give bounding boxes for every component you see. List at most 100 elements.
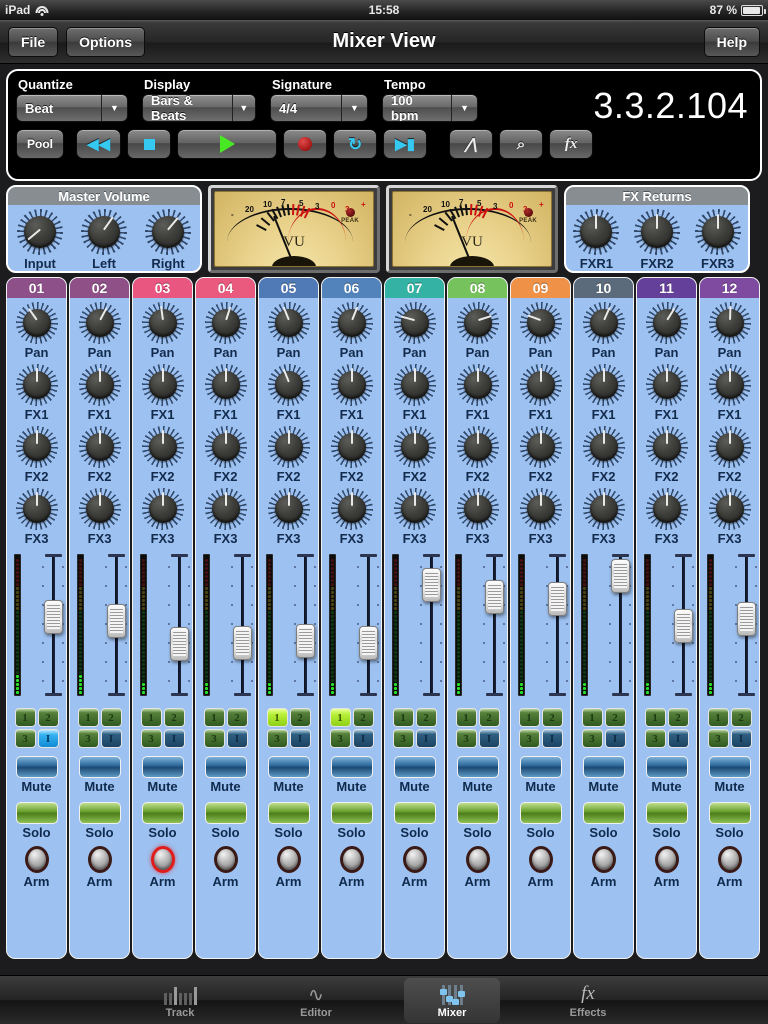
route-button-i[interactable]: I (100, 729, 122, 748)
route-button-1[interactable]: 1 (14, 708, 36, 727)
mute-button[interactable] (330, 756, 373, 778)
play-button[interactable] (177, 129, 278, 159)
fx1-knob[interactable] (330, 364, 373, 406)
volume-fader[interactable] (106, 604, 126, 638)
route-button-2[interactable]: 2 (100, 708, 122, 727)
pan-knob[interactable] (708, 302, 751, 344)
route-button-2[interactable]: 2 (226, 708, 248, 727)
arm-button[interactable] (213, 846, 238, 873)
file-button[interactable]: File (8, 26, 59, 57)
route-button-1[interactable]: 1 (707, 708, 729, 727)
route-button-1[interactable]: 1 (455, 708, 477, 727)
solo-button[interactable] (519, 802, 562, 824)
record-button[interactable] (283, 129, 328, 159)
fx2-knob[interactable] (708, 426, 751, 468)
signature-select[interactable]: 4/4 ▼ (270, 94, 368, 122)
pan-knob[interactable] (330, 302, 373, 344)
route-button-3[interactable]: 3 (140, 729, 162, 748)
solo-button[interactable] (645, 802, 688, 824)
route-button-2[interactable]: 2 (604, 708, 626, 727)
master-knob-input[interactable] (17, 209, 63, 255)
rewind-button[interactable]: ◀◀ (76, 129, 122, 159)
route-button-2[interactable]: 2 (37, 708, 59, 727)
solo-button[interactable] (393, 802, 436, 824)
solo-button[interactable] (78, 802, 121, 824)
pan-knob[interactable] (393, 302, 436, 344)
mute-button[interactable] (393, 756, 436, 778)
tempo-select[interactable]: 100 bpm ▼ (382, 94, 478, 122)
fx1-knob[interactable] (645, 364, 688, 406)
mute-button[interactable] (204, 756, 247, 778)
route-button-3[interactable]: 3 (455, 729, 477, 748)
fx2-knob[interactable] (393, 426, 436, 468)
pool-button[interactable]: Pool (16, 129, 64, 159)
solo-button[interactable] (456, 802, 499, 824)
arm-button[interactable] (654, 846, 679, 873)
route-button-2[interactable]: 2 (667, 708, 689, 727)
route-button-1[interactable]: 1 (140, 708, 162, 727)
quantize-select[interactable]: Beat ▼ (16, 94, 128, 122)
fx2-knob[interactable] (267, 426, 310, 468)
help-button[interactable]: Help (703, 26, 760, 57)
fx3-knob[interactable] (708, 488, 751, 530)
display-select[interactable]: Bars & Beats ▼ (142, 94, 256, 122)
mute-button[interactable] (141, 756, 184, 778)
route-button-i[interactable]: I (352, 729, 374, 748)
route-button-i[interactable]: I (163, 729, 185, 748)
route-button-i[interactable]: I (478, 729, 500, 748)
arm-button[interactable] (717, 846, 742, 873)
fx-return-knob-fxr3[interactable] (694, 209, 741, 255)
solo-button[interactable] (708, 802, 751, 824)
master-knob-left[interactable] (81, 209, 127, 255)
pan-knob[interactable] (267, 302, 310, 344)
solo-button[interactable] (204, 802, 247, 824)
fx1-knob[interactable] (519, 364, 562, 406)
arm-button[interactable] (402, 846, 427, 873)
fx1-knob[interactable] (456, 364, 499, 406)
route-button-3[interactable]: 3 (644, 729, 666, 748)
fx3-knob[interactable] (204, 488, 247, 530)
arm-button[interactable] (591, 846, 616, 873)
route-button-i[interactable]: I (667, 729, 689, 748)
mute-button[interactable] (15, 756, 58, 778)
fx1-knob[interactable] (204, 364, 247, 406)
route-button-i[interactable]: I (226, 729, 248, 748)
pan-knob[interactable] (582, 302, 625, 344)
pan-knob[interactable] (15, 302, 58, 344)
route-button-3[interactable]: 3 (581, 729, 603, 748)
fx1-knob[interactable] (78, 364, 121, 406)
fx1-knob[interactable] (393, 364, 436, 406)
route-button-i[interactable]: I (604, 729, 626, 748)
route-button-2[interactable]: 2 (352, 708, 374, 727)
pan-knob[interactable] (519, 302, 562, 344)
pan-knob[interactable] (204, 302, 247, 344)
route-button-3[interactable]: 3 (707, 729, 729, 748)
route-button-2[interactable]: 2 (289, 708, 311, 727)
chevron-down-icon[interactable]: ▼ (341, 95, 367, 121)
fx-button[interactable]: fx (549, 129, 594, 159)
pan-knob[interactable] (456, 302, 499, 344)
route-button-i[interactable]: I (289, 729, 311, 748)
route-button-1[interactable]: 1 (266, 708, 288, 727)
route-button-3[interactable]: 3 (77, 729, 99, 748)
fx2-knob[interactable] (204, 426, 247, 468)
fx1-knob[interactable] (267, 364, 310, 406)
route-button-3[interactable]: 3 (14, 729, 36, 748)
fast-forward-button[interactable]: ▶▮ (383, 129, 428, 159)
loop-button[interactable]: ↻ (333, 129, 378, 159)
arm-button[interactable] (276, 846, 301, 873)
fx3-knob[interactable] (330, 488, 373, 530)
volume-fader[interactable] (295, 624, 315, 658)
volume-fader[interactable] (358, 626, 378, 660)
arm-button[interactable] (24, 846, 49, 873)
mute-button[interactable] (645, 756, 688, 778)
route-button-3[interactable]: 3 (392, 729, 414, 748)
route-button-2[interactable]: 2 (415, 708, 437, 727)
fx1-knob[interactable] (141, 364, 184, 406)
mute-button[interactable] (78, 756, 121, 778)
route-button-i[interactable]: I (730, 729, 752, 748)
fx3-knob[interactable] (141, 488, 184, 530)
route-button-1[interactable]: 1 (329, 708, 351, 727)
fx3-knob[interactable] (393, 488, 436, 530)
tab-track[interactable]: Track (132, 978, 228, 1023)
